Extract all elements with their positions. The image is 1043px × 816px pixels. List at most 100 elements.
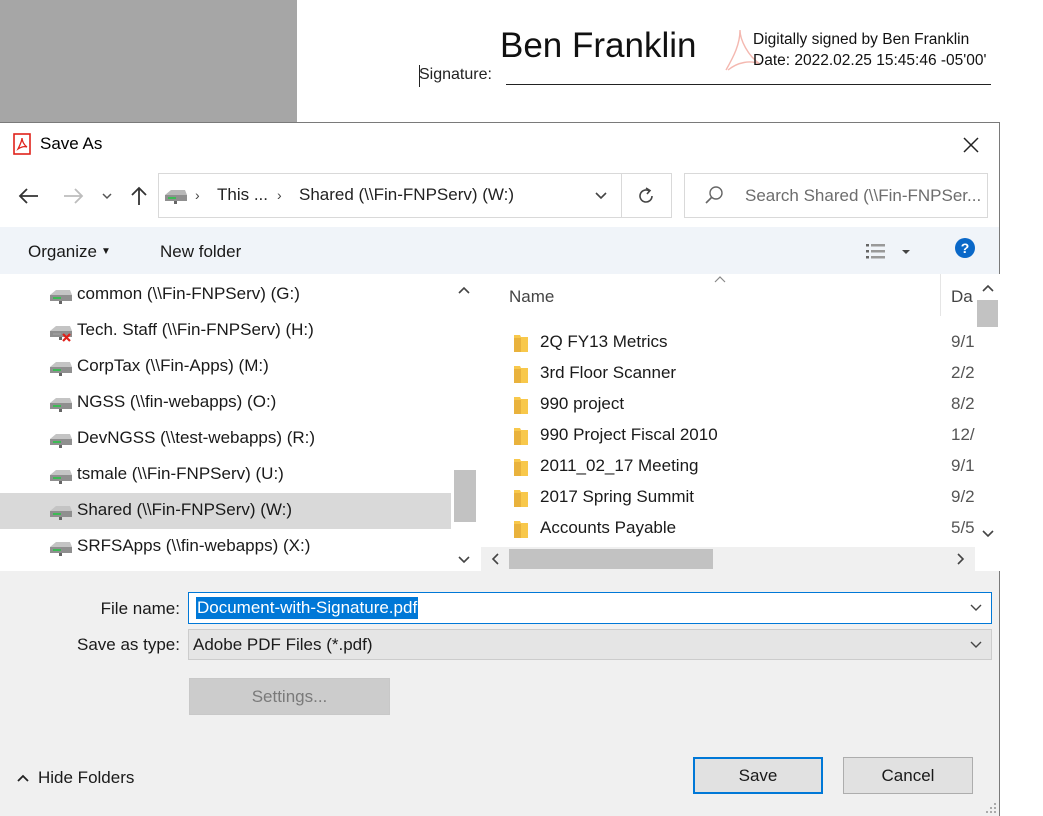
file-name-input[interactable]: Document-with-Signature.pdf <box>188 592 992 624</box>
nav-item[interactable]: common (\\Fin-FNPServ) (G:) <box>0 277 451 313</box>
save-options-panel: File name: Document-with-Signature.pdf S… <box>0 571 999 816</box>
scroll-up-arrow-icon[interactable] <box>456 282 472 298</box>
help-icon[interactable]: ? <box>954 237 976 259</box>
scroll-right-arrow-icon[interactable] <box>953 551 969 567</box>
recent-locations-button[interactable] <box>94 181 120 211</box>
file-list-horizontal-scrollbar[interactable] <box>481 547 975 571</box>
scroll-thumb[interactable] <box>977 300 998 327</box>
file-row[interactable]: 3rd Floor Scanner 2/2 <box>481 358 975 389</box>
file-date: 2/2 <box>951 363 975 382</box>
chevron-up-icon <box>17 774 29 782</box>
signature-name: Ben Franklin <box>500 26 697 65</box>
signature-line <box>506 84 991 85</box>
folder-icon <box>514 490 528 507</box>
network-drive-icon <box>50 434 72 448</box>
file-name: 3rd Floor Scanner <box>540 363 677 382</box>
nav-item[interactable]: CorpTax (\\Fin-Apps) (M:) <box>0 349 451 385</box>
scroll-down-arrow-icon[interactable] <box>980 526 996 542</box>
forward-button[interactable] <box>58 181 88 211</box>
nav-item[interactable]: SRFSApps (\\fin-webapps) (X:) <box>0 529 451 565</box>
file-row[interactable]: 990 project 8/2 <box>481 389 975 420</box>
pdf-app-icon <box>13 133 31 155</box>
close-icon <box>963 137 979 153</box>
disconnected-drive-icon <box>50 326 72 342</box>
search-box[interactable]: Search Shared (\\Fin-FNPSer... <box>684 173 988 218</box>
signature-details: Digitally signed by Ben Franklin Date: 2… <box>753 29 986 71</box>
column-header-date[interactable]: Da <box>951 287 975 307</box>
command-bar: Organize ▼ New folder <box>0 227 999 274</box>
file-date: 12/ <box>951 425 975 444</box>
refresh-icon <box>639 186 653 203</box>
nav-item-label: tsmale (\\Fin-FNPServ) (U:) <box>77 464 284 483</box>
file-date: 8/2 <box>951 394 975 413</box>
save-as-type-label: Save as type: <box>76 635 180 654</box>
new-folder-button[interactable]: New folder <box>160 242 241 262</box>
nav-item[interactable]: NGSS (\\fin-webapps) (O:) <box>0 385 451 421</box>
file-row[interactable]: Accounts Payable 5/5 <box>481 513 975 544</box>
file-date: 9/1 <box>951 456 975 475</box>
hide-folders-toggle[interactable]: Hide Folders <box>16 768 134 788</box>
folder-icon <box>514 397 528 414</box>
folder-icon <box>514 366 528 383</box>
settings-button[interactable]: Settings... <box>189 678 390 715</box>
scroll-down-arrow-icon[interactable] <box>456 552 472 568</box>
file-row[interactable]: 2011_02_17 Meeting 9/1 <box>481 451 975 482</box>
network-drive-icon <box>50 542 72 556</box>
nav-item-label: DevNGSS (\\test-webapps) (R:) <box>77 428 316 447</box>
signature-date: Date: 2022.02.25 15:45:46 -05'00' <box>753 52 987 69</box>
file-name: 2011_02_17 Meeting <box>540 456 699 475</box>
file-row[interactable]: 2017 Spring Summit 9/2 <box>481 482 975 513</box>
nav-item-label: common (\\Fin-FNPServ) (G:) <box>77 284 300 303</box>
folder-icon <box>514 521 528 538</box>
breadcrumb-chevron-icon: › <box>195 187 200 203</box>
address-dropdown-icon[interactable] <box>593 188 609 204</box>
resize-grip-icon[interactable] <box>985 802 997 814</box>
address-bar[interactable]: › This ... › Shared (\\Fin-FNPServ) (W:) <box>158 173 622 218</box>
network-drive-icon <box>50 506 72 520</box>
file-name-label: File name: <box>100 599 180 618</box>
dialog-titlebar[interactable]: Save As <box>0 123 999 167</box>
file-name: Accounts Payable <box>540 518 677 537</box>
nav-item[interactable]: tsmale (\\Fin-FNPServ) (U:) <box>0 457 451 493</box>
caret-down-icon: ▼ <box>100 246 111 257</box>
chevron-down-icon[interactable] <box>969 602 983 614</box>
file-name: 990 project <box>540 394 625 413</box>
scroll-thumb[interactable] <box>454 470 476 522</box>
column-header-name[interactable]: Name <box>509 287 554 307</box>
nav-item[interactable]: DevNGSS (\\test-webapps) (R:) <box>0 421 451 457</box>
close-button[interactable] <box>949 127 993 163</box>
navigation-pane: common (\\Fin-FNPServ) (G:) Tech. Staff (… <box>0 274 478 571</box>
cancel-button[interactable]: Cancel <box>843 757 973 794</box>
file-row[interactable]: 990 Project Fiscal 2010 12/ <box>481 420 975 451</box>
file-list-vertical-scrollbar[interactable] <box>975 274 1000 546</box>
file-name-value[interactable]: Document-with-Signature.pdf <box>196 597 419 619</box>
nav-item-label: SRFSApps (\\fin-webapps) (X:) <box>77 536 311 555</box>
scroll-thumb[interactable] <box>509 549 713 569</box>
breadcrumb-this-pc[interactable]: This ... <box>217 185 268 205</box>
refresh-button[interactable] <box>621 173 672 218</box>
nav-item-label: NGSS (\\fin-webapps) (O:) <box>77 392 277 411</box>
folder-icon <box>514 335 528 352</box>
change-view-icon[interactable] <box>864 241 912 263</box>
save-button[interactable]: Save <box>693 757 823 794</box>
scroll-left-arrow-icon[interactable] <box>487 551 503 567</box>
nav-scrollbar[interactable] <box>451 274 478 571</box>
folder-icon <box>514 459 528 476</box>
column-divider[interactable] <box>940 274 941 316</box>
nav-item[interactable]: Tech. Staff (\\Fin-FNPServ) (H:) <box>0 313 451 349</box>
nav-item-label: CorpTax (\\Fin-Apps) (M:) <box>77 356 269 375</box>
back-arrow-icon <box>18 188 38 204</box>
back-button[interactable] <box>14 181 44 211</box>
organize-label: Organize <box>28 242 97 261</box>
breadcrumb-shared[interactable]: Shared (\\Fin-FNPServ) (W:) <box>299 185 514 205</box>
file-date: 5/5 <box>951 518 975 537</box>
scroll-up-arrow-icon[interactable] <box>980 280 996 296</box>
nav-item[interactable]: Shared (\\Fin-FNPServ) (W:) <box>0 493 451 529</box>
file-row[interactable]: 2Q FY13 Metrics 9/1 <box>481 327 975 358</box>
up-button[interactable] <box>124 181 154 211</box>
organize-button[interactable]: Organize ▼ <box>28 242 111 262</box>
save-as-type-select[interactable]: Adobe PDF Files (*.pdf) <box>188 629 992 660</box>
up-arrow-icon <box>131 186 147 205</box>
search-placeholder: Search Shared (\\Fin-FNPSer... <box>745 186 982 205</box>
search-icon <box>705 186 723 204</box>
